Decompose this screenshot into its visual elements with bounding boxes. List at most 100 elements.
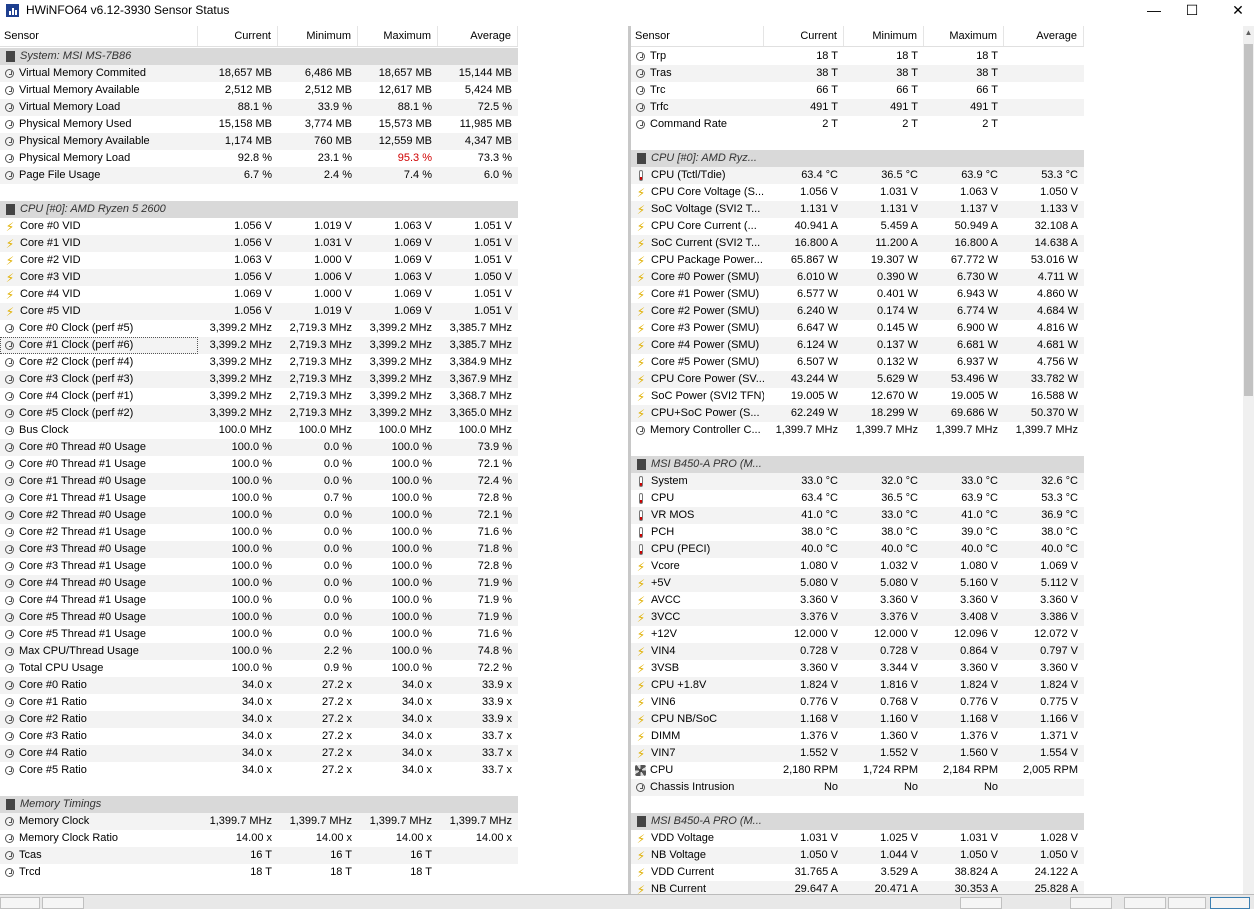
sensor-row[interactable]: ⚡ Core #2 Power (SMU) 6.240 W 0.174 W 6.774 … (631, 303, 1084, 320)
sensor-row[interactable]: Core #5 Thread #1 Usage 100.0 % 0.0 % 100.0… (0, 626, 518, 643)
sensor-row[interactable]: Core #1 Clock (perf #6) 3,399.2 MHz 2,719.… (0, 337, 518, 354)
sensor-group-header[interactable]: CPU [#0]: AMD Ryz... (631, 150, 1084, 167)
sensor-row[interactable]: Physical Memory Used 15,158 MB 3,774 MB 15,… (0, 116, 518, 133)
sensor-row[interactable]: ⚡ Vcore 1.080 V 1.032 V 1.080 V 1.069 V (631, 558, 1084, 575)
right-sensor-pane[interactable]: Sensor Current Minimum Maximum Average T… (631, 26, 1243, 894)
toolbar-button[interactable] (1124, 897, 1166, 909)
sensor-row[interactable]: Core #3 Thread #1 Usage 100.0 % 0.0 % 100.0… (0, 558, 518, 575)
sensor-row[interactable]: ⚡ Core #2 VID 1.063 V 1.000 V 1.069 V 1.051 V (0, 252, 518, 269)
sensor-row[interactable]: Page File Usage 6.7 % 2.4 % 7.4 % 6.0 % (0, 167, 518, 184)
col-maximum-header[interactable]: Maximum (924, 26, 1004, 46)
sensor-row[interactable]: ⚡ VDD Current 31.765 A 3.529 A 38.824 A 24.12… (631, 864, 1084, 881)
sensor-row[interactable]: Core #0 Clock (perf #5) 3,399.2 MHz 2,719.… (0, 320, 518, 337)
sensor-row[interactable]: ⚡ Core #5 VID 1.056 V 1.019 V 1.069 V 1.051 V (0, 303, 518, 320)
sensor-row[interactable]: Core #2 Thread #0 Usage 100.0 % 0.0 % 100.0… (0, 507, 518, 524)
sensor-row[interactable]: Trcd 18 T 18 T 18 T (0, 864, 518, 881)
sensor-row[interactable]: Virtual Memory Available 2,512 MB 2,512 MB… (0, 82, 518, 99)
sensor-row[interactable]: ⚡ Core #3 VID 1.056 V 1.006 V 1.063 V 1.050 V (0, 269, 518, 286)
scroll-up-icon[interactable]: ▲ (1243, 26, 1254, 40)
sensor-row[interactable]: Memory Controller C... 1,399.7 MHz 1,399.7… (631, 422, 1084, 439)
sensor-row[interactable]: Core #4 Thread #0 Usage 100.0 % 0.0 % 100.0… (0, 575, 518, 592)
col-maximum-header[interactable]: Maximum (358, 26, 438, 46)
sensor-row[interactable]: ⚡ Core #5 Power (SMU) 6.507 W 0.132 W 6.937 … (631, 354, 1084, 371)
sensor-group-header[interactable]: MSI B450-A PRO (M... (631, 813, 1084, 830)
maximize-button[interactable]: ☐ (1169, 0, 1215, 22)
sensor-row[interactable]: Core #5 Thread #0 Usage 100.0 % 0.0 % 100.0… (0, 609, 518, 626)
sensor-row[interactable]: ⚡ Core #4 VID 1.069 V 1.000 V 1.069 V 1.051 V (0, 286, 518, 303)
sensor-row[interactable]: Core #2 Ratio 34.0 x 27.2 x 34.0 x 33.9 x (0, 711, 518, 728)
toolbar-button[interactable] (42, 897, 84, 909)
sensor-row[interactable]: Core #3 Ratio 34.0 x 27.2 x 34.0 x 33.7 x (0, 728, 518, 745)
scrollbar-thumb[interactable] (1244, 44, 1253, 396)
sensor-row[interactable]: CPU (PECI) 40.0 °C 40.0 °C 40.0 °C 40.0 °C (631, 541, 1084, 558)
col-minimum-header[interactable]: Minimum (844, 26, 924, 46)
sensor-row[interactable]: ⚡ NB Current 29.647 A 20.471 A 30.353 A 25.82… (631, 881, 1084, 894)
sensor-row[interactable]: ⚡ 3VSB 3.360 V 3.344 V 3.360 V 3.360 V (631, 660, 1084, 677)
sensor-row[interactable]: Core #1 Thread #0 Usage 100.0 % 0.0 % 100.0… (0, 473, 518, 490)
sensor-row[interactable]: VR MOS 41.0 °C 33.0 °C 41.0 °C 36.9 °C (631, 507, 1084, 524)
sensor-row[interactable]: CPU 2,180 RPM 1,724 RPM 2,184 RPM 2,005 RPM (631, 762, 1084, 779)
sensor-row[interactable]: Core #2 Clock (perf #4) 3,399.2 MHz 2,719.… (0, 354, 518, 371)
sensor-row[interactable]: ⚡ CPU+SoC Power (S... 62.249 W 18.299 W 69.6… (631, 405, 1084, 422)
sensor-row[interactable]: CPU 63.4 °C 36.5 °C 63.9 °C 53.3 °C (631, 490, 1084, 507)
sensor-row[interactable]: Core #5 Clock (perf #2) 3,399.2 MHz 2,719.… (0, 405, 518, 422)
sensor-row[interactable]: Tcas 16 T 16 T 16 T (0, 847, 518, 864)
sensor-row[interactable]: ⚡ VIN7 1.552 V 1.552 V 1.560 V 1.554 V (631, 745, 1084, 762)
sensor-row[interactable]: CPU (Tctl/Tdie) 63.4 °C 36.5 °C 63.9 °C 53.3… (631, 167, 1084, 184)
sensor-row[interactable]: Core #4 Clock (perf #1) 3,399.2 MHz 2,719.… (0, 388, 518, 405)
col-sensor-header[interactable]: Sensor (631, 26, 764, 46)
sensor-row[interactable]: Core #3 Clock (perf #3) 3,399.2 MHz 2,719.… (0, 371, 518, 388)
sensor-row[interactable]: ⚡ CPU Core Voltage (S... 1.056 V 1.031 V 1.0… (631, 184, 1084, 201)
col-average-header[interactable]: Average (1004, 26, 1084, 46)
sensor-row[interactable]: ⚡ VDD Voltage 1.031 V 1.025 V 1.031 V 1.028 V (631, 830, 1084, 847)
toolbar-button[interactable] (1210, 897, 1250, 909)
sensor-row[interactable]: ⚡ +5V 5.080 V 5.080 V 5.160 V 5.112 V (631, 575, 1084, 592)
sensor-row[interactable]: Core #3 Thread #0 Usage 100.0 % 0.0 % 100.0… (0, 541, 518, 558)
sensor-row[interactable]: Core #0 Ratio 34.0 x 27.2 x 34.0 x 33.9 x (0, 677, 518, 694)
col-average-header[interactable]: Average (438, 26, 518, 46)
sensor-row[interactable]: ⚡ Core #0 VID 1.056 V 1.019 V 1.063 V 1.051 V (0, 218, 518, 235)
sensor-row[interactable]: ⚡ SoC Voltage (SVI2 T... 1.131 V 1.131 V 1.1… (631, 201, 1084, 218)
sensor-row[interactable]: Memory Clock Ratio 14.00 x 14.00 x 14.00 x 1… (0, 830, 518, 847)
sensor-row[interactable]: ⚡ DIMM 1.376 V 1.360 V 1.376 V 1.371 V (631, 728, 1084, 745)
sensor-row[interactable]: System 33.0 °C 32.0 °C 33.0 °C 32.6 °C (631, 473, 1084, 490)
sensor-row[interactable]: Virtual Memory Load 88.1 % 33.9 % 88.1 % 72.… (0, 99, 518, 116)
sensor-row[interactable]: ⚡ CPU Core Current (... 40.941 A 5.459 A 50.… (631, 218, 1084, 235)
sensor-row[interactable]: ⚡ CPU NB/SoC 1.168 V 1.160 V 1.168 V 1.166 V (631, 711, 1084, 728)
sensor-row[interactable]: Core #4 Ratio 34.0 x 27.2 x 34.0 x 33.7 x (0, 745, 518, 762)
toolbar-button[interactable] (1070, 897, 1112, 909)
sensor-row[interactable]: Max CPU/Thread Usage 100.0 % 2.2 % 100.0 % 7… (0, 643, 518, 660)
sensor-row[interactable]: ⚡ Core #4 Power (SMU) 6.124 W 0.137 W 6.681 … (631, 337, 1084, 354)
sensor-row[interactable]: Core #4 Thread #1 Usage 100.0 % 0.0 % 100.0… (0, 592, 518, 609)
sensor-row[interactable]: Memory Clock 1,399.7 MHz 1,399.7 MHz 1,399.… (0, 813, 518, 830)
sensor-row[interactable]: ⚡ 3VCC 3.376 V 3.376 V 3.408 V 3.386 V (631, 609, 1084, 626)
sensor-row[interactable]: Physical Memory Load 92.8 % 23.1 % 95.3 % 73… (0, 150, 518, 167)
sensor-row[interactable]: ⚡ Core #3 Power (SMU) 6.647 W 0.145 W 6.900 … (631, 320, 1084, 337)
sensor-group-header[interactable]: CPU [#0]: AMD Ryzen 5 2600 (0, 201, 518, 218)
sensor-row[interactable]: Core #2 Thread #1 Usage 100.0 % 0.0 % 100.0… (0, 524, 518, 541)
sensor-row[interactable]: ⚡ SoC Power (SVI2 TFN) 19.005 W 12.670 W 19.… (631, 388, 1084, 405)
sensor-group-header[interactable]: Memory Timings (0, 796, 518, 813)
sensor-row[interactable]: ⚡ NB Voltage 1.050 V 1.044 V 1.050 V 1.050 V (631, 847, 1084, 864)
close-button[interactable]: ✕ (1215, 0, 1254, 22)
sensor-row[interactable]: ⚡ CPU Core Power (SV... 43.244 W 5.629 W 53.… (631, 371, 1084, 388)
sensor-row[interactable]: ⚡ +12V 12.000 V 12.000 V 12.096 V 12.072 V (631, 626, 1084, 643)
sensor-row[interactable]: ⚡ Core #0 Power (SMU) 6.010 W 0.390 W 6.730 … (631, 269, 1084, 286)
toolbar-button[interactable] (1168, 897, 1206, 909)
sensor-group-header[interactable]: System: MSI MS-7B86 (0, 48, 518, 65)
sensor-row[interactable]: Chassis Intrusion No No No (631, 779, 1084, 796)
sensor-row[interactable]: Core #1 Thread #1 Usage 100.0 % 0.7 % 100.0… (0, 490, 518, 507)
sensor-row[interactable]: Physical Memory Available 1,174 MB 760 MB 1… (0, 133, 518, 150)
sensor-row[interactable]: Core #0 Thread #1 Usage 100.0 % 0.0 % 100.0… (0, 456, 518, 473)
sensor-row[interactable]: Core #1 Ratio 34.0 x 27.2 x 34.0 x 33.9 x (0, 694, 518, 711)
sensor-row[interactable]: Total CPU Usage 100.0 % 0.9 % 100.0 % 72.2 % (0, 660, 518, 677)
sensor-row[interactable]: PCH 38.0 °C 38.0 °C 39.0 °C 38.0 °C (631, 524, 1084, 541)
toolbar-button[interactable] (960, 897, 1002, 909)
sensor-row[interactable]: Core #0 Thread #0 Usage 100.0 % 0.0 % 100.0… (0, 439, 518, 456)
col-minimum-header[interactable]: Minimum (278, 26, 358, 46)
col-sensor-header[interactable]: Sensor (0, 26, 198, 46)
sensor-row[interactable]: ⚡ SoC Current (SVI2 T... 16.800 A 11.200 A 1… (631, 235, 1084, 252)
sensor-row[interactable]: ⚡ VIN6 0.776 V 0.768 V 0.776 V 0.775 V (631, 694, 1084, 711)
sensor-row[interactable]: ⚡ Core #1 Power (SMU) 6.577 W 0.401 W 6.943 … (631, 286, 1084, 303)
sensor-row[interactable]: ⚡ AVCC 3.360 V 3.360 V 3.360 V 3.360 V (631, 592, 1084, 609)
